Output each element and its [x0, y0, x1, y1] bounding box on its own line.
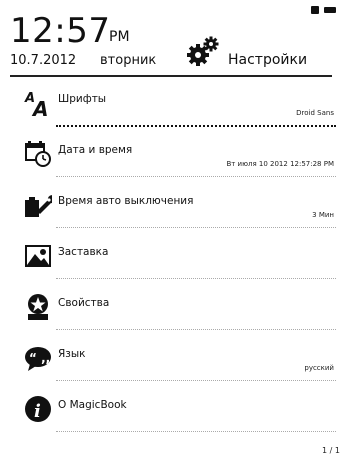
- page-title: Настройки: [228, 52, 308, 68]
- star-badge-icon: [28, 294, 48, 320]
- weekday-text: вторник: [100, 53, 157, 68]
- gears-icon: [187, 36, 219, 66]
- header-divider: [10, 75, 332, 77]
- divider: [56, 431, 336, 432]
- menu-item-label: Язык: [58, 348, 86, 360]
- menu-item-language[interactable]: “ ,, Язык русский: [0, 337, 344, 388]
- divider: [56, 125, 336, 127]
- header: 12:57 PM 10.7.2012 вторник Настройки: [4, 0, 340, 78]
- menu-item-value: русский: [304, 364, 334, 372]
- status-bar: [311, 6, 336, 14]
- svg-text:i: i: [34, 401, 41, 422]
- menu-item-fonts[interactable]: A A Шрифты Droid Sans: [0, 82, 344, 133]
- menu-item-datetime[interactable]: Дата и время Вт июля 10 2012 12:57:28 PM: [0, 133, 344, 184]
- menu-item-value: Droid Sans: [296, 109, 334, 117]
- divider: [56, 227, 336, 228]
- info-icon: i: [25, 396, 51, 422]
- divider: [56, 278, 336, 279]
- clock-time: 12:57: [10, 11, 111, 51]
- tablet-icon: [311, 6, 319, 14]
- date-text: 10.7.2012: [10, 53, 77, 68]
- svg-text:“ ,,: “ ,,: [29, 351, 50, 365]
- battery-icon: [324, 7, 336, 13]
- settings-list: A A Шрифты Droid Sans Дата и время Вт ию…: [0, 82, 344, 439]
- divider: [56, 329, 336, 330]
- menu-item-screensaver[interactable]: Заставка: [0, 235, 344, 286]
- page-indicator: 1 / 1: [322, 446, 340, 455]
- clock-ampm: PM: [109, 29, 130, 45]
- speech-bubble-icon: “ ,,: [25, 347, 51, 371]
- menu-item-label: O MagicBook: [58, 399, 127, 411]
- settings-screen: 12:57 PM 10.7.2012 вторник Настройки A A…: [0, 0, 344, 457]
- menu-item-label: Дата и время: [58, 144, 133, 156]
- menu-item-auto-off[interactable]: Время авто выключения 3 Мин: [0, 184, 344, 235]
- picture-icon: [25, 245, 51, 267]
- menu-item-value: 3 Мин: [312, 211, 334, 219]
- divider: [56, 380, 336, 381]
- menu-item-label: Шрифты: [58, 93, 107, 105]
- menu-item-about[interactable]: i O MagicBook: [0, 388, 344, 439]
- divider: [56, 176, 336, 177]
- fonts-icon: A A: [24, 91, 48, 117]
- calendar-clock-icon: [25, 141, 51, 167]
- menu-item-label: Свойства: [58, 297, 110, 309]
- menu-item-label: Заставка: [58, 246, 109, 258]
- battery-wrench-icon: [25, 195, 52, 217]
- svg-text:A: A: [31, 97, 48, 117]
- menu-item-label: Время авто выключения: [58, 195, 194, 207]
- menu-item-value: Вт июля 10 2012 12:57:28 PM: [226, 160, 334, 168]
- menu-item-properties[interactable]: Свойства: [0, 286, 344, 337]
